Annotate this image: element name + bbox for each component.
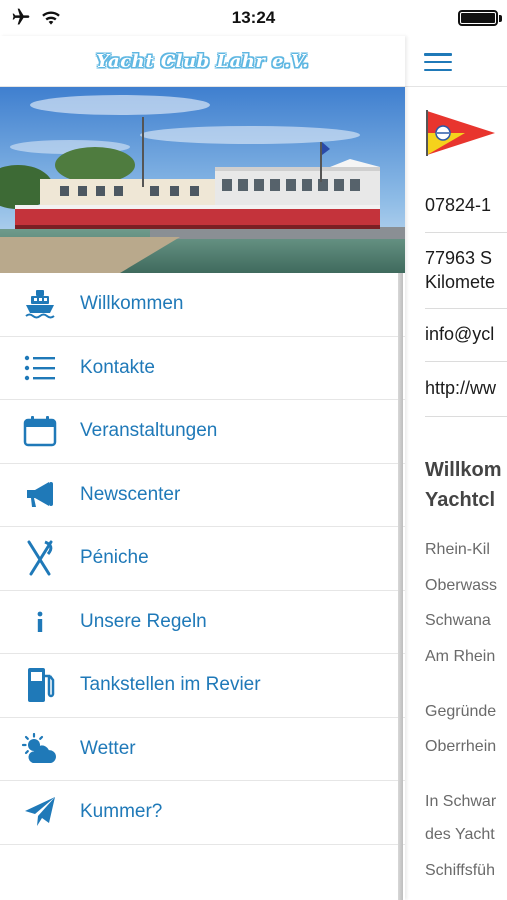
menu-label: Péniche [80, 547, 149, 569]
menu-item-tankstellen[interactable]: Tankstellen im Revier [0, 654, 405, 718]
drawer-scroll-edge [398, 273, 403, 900]
menu-label: Willkommen [80, 293, 184, 315]
content-page: 07824-1 77963 S Kilomete info@ycl http:/… [405, 36, 507, 900]
fuel-pump-icon [28, 668, 55, 703]
megaphone-icon [27, 481, 53, 507]
paragraph-line: In Schwar [425, 793, 497, 810]
status-bar: 13:24 [0, 0, 507, 36]
hamburger-icon [424, 53, 452, 56]
info-icon [37, 611, 43, 632]
contact-phone[interactable]: 07824-1 [425, 195, 507, 216]
battery-icon [458, 10, 502, 26]
contact-email[interactable]: info@ycl [425, 324, 507, 345]
drawer-header: Yacht Club Lahr e.V. [0, 36, 405, 87]
contact-address-line1[interactable]: 77963 S [425, 248, 507, 269]
calendar-icon [23, 416, 57, 447]
drawer-menu: Willkommen Kontakte Veranstaltungen News… [0, 273, 405, 845]
contact-website[interactable]: http://ww [425, 378, 507, 399]
menu-label: Kummer? [80, 801, 163, 823]
paragraph-line: Oberwass [425, 577, 498, 594]
navigation-drawer: Yacht Club Lahr e.V. Willkommen Kontakte… [0, 36, 405, 900]
menu-label: Veranstaltungen [80, 420, 218, 442]
list-icon [24, 355, 55, 380]
paragraph-line: Oberrhein [425, 738, 497, 755]
menu-label: Wetter [80, 737, 136, 759]
ship-icon [25, 290, 55, 319]
menu-label: Unsere Regeln [80, 610, 207, 632]
menu-item-unsere-regeln[interactable]: Unsere Regeln [0, 591, 405, 654]
contact-address-line2[interactable]: Kilomete [425, 272, 507, 293]
status-time: 13:24 [231, 8, 276, 27]
menu-item-peniche[interactable]: Péniche [0, 527, 405, 591]
hero-image [0, 87, 405, 273]
content-header [405, 36, 507, 87]
menu-item-kontakte[interactable]: Kontakte [0, 337, 405, 400]
welcome-heading-line2: Yachtcl [425, 489, 496, 511]
club-title: Yacht Club Lahr e.V. [96, 50, 309, 72]
paragraph-line: Rhein-Kil [425, 541, 490, 558]
weather-icon [21, 732, 56, 763]
menu-label: Kontakte [80, 356, 155, 378]
menu-button[interactable] [424, 53, 452, 71]
welcome-heading-line1: Willkom [425, 459, 502, 481]
battery-level [461, 13, 495, 23]
menu-item-kummer[interactable]: Kummer? [0, 781, 405, 845]
paragraph-line: des Yacht [425, 826, 495, 843]
menu-label: Tankstellen im Revier [80, 674, 261, 696]
menu-label: Newscenter [80, 483, 181, 505]
menu-item-willkommen[interactable]: Willkommen [0, 273, 405, 337]
menu-item-newscenter[interactable]: Newscenter [0, 464, 405, 527]
menu-item-wetter[interactable]: Wetter [0, 718, 405, 781]
club-pennant-logo [426, 110, 495, 156]
paragraph-line: Gegründe [425, 703, 497, 720]
fork-knife-icon [27, 540, 53, 576]
paper-plane-icon [25, 797, 55, 827]
paragraph-line: Schwana [425, 612, 491, 629]
paragraph-line: Schiffsfüh [425, 862, 495, 879]
paragraph-line: Am Rhein [425, 648, 496, 665]
menu-item-veranstaltungen[interactable]: Veranstaltungen [0, 400, 405, 464]
